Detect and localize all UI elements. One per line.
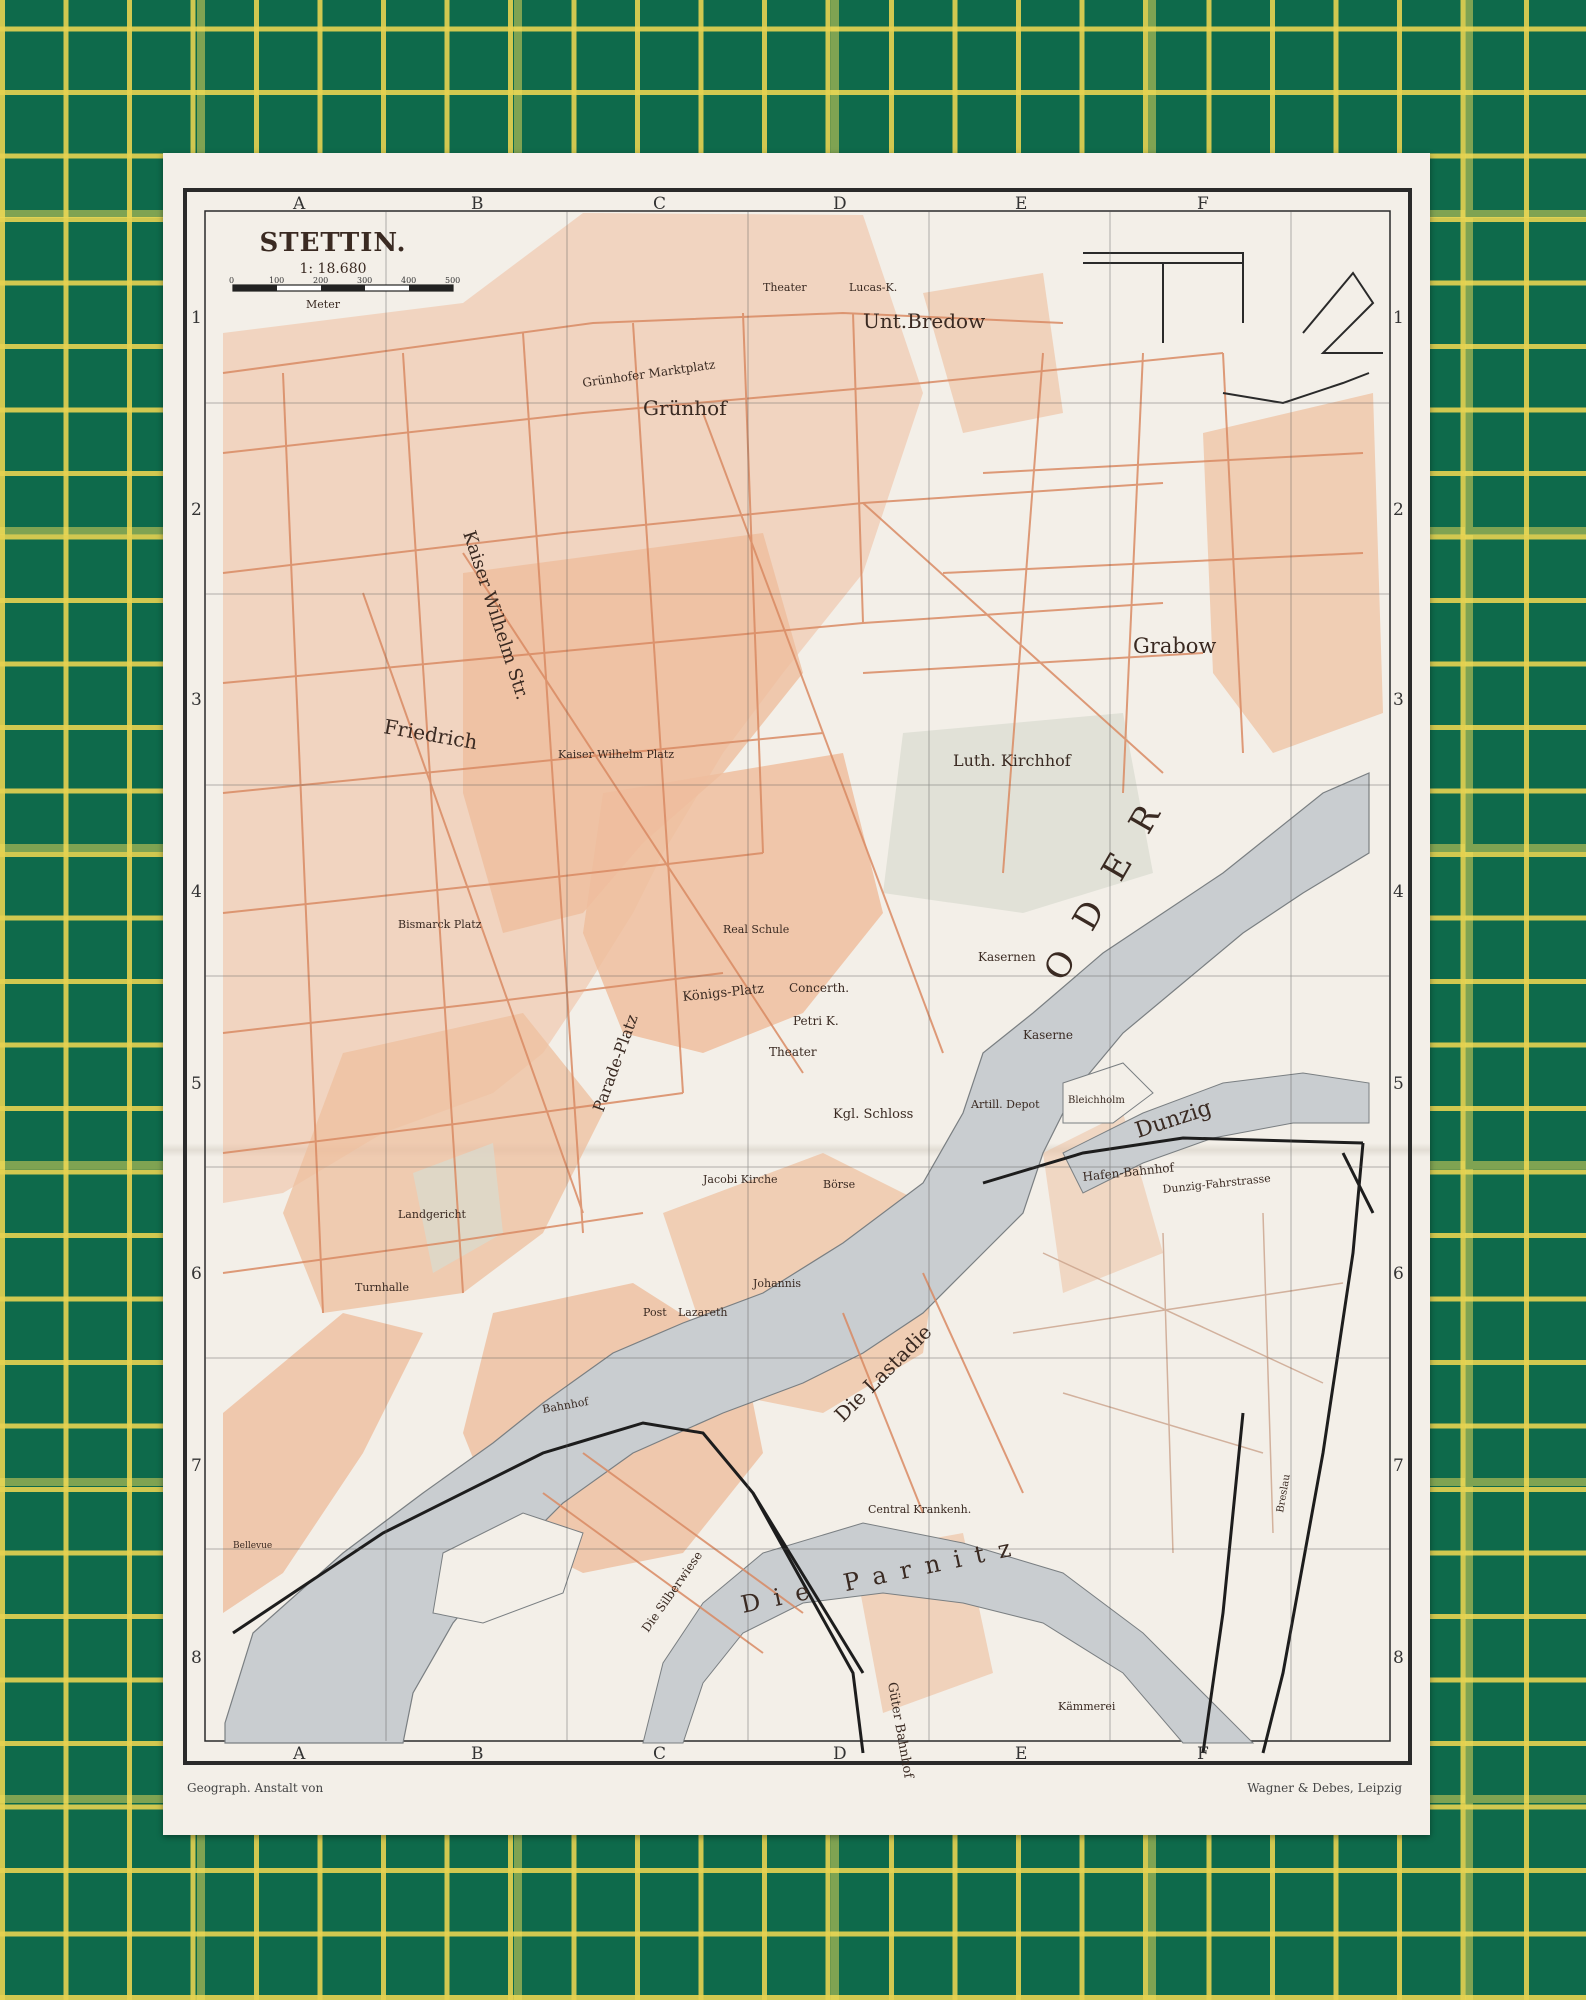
row-label-2-right: 2 — [1393, 500, 1404, 520]
scale-tick-4: 400 — [401, 276, 416, 285]
label-theater: Theater — [769, 1045, 817, 1059]
label-unt-bredow: Unt.Bredow — [863, 309, 985, 333]
col-label-c-top: C — [653, 194, 666, 214]
col-label-d-top: D — [833, 194, 847, 214]
col-label-b-bottom: B — [471, 1744, 484, 1764]
label-bismarck-platz: Bismarck Platz — [398, 918, 482, 931]
label-post: Post — [643, 1306, 667, 1319]
col-label-f-bottom: F — [1197, 1744, 1209, 1764]
row-label-5-right: 5 — [1393, 1074, 1404, 1094]
map-title: STETTIN. — [259, 228, 406, 258]
row-label-8-left: 8 — [191, 1648, 202, 1668]
label-landgericht: Landgericht — [398, 1208, 467, 1221]
label-johannis: Johannis — [752, 1277, 801, 1290]
row-labels-left: 1 2 3 4 5 6 7 8 — [191, 308, 202, 1668]
label-grunhof: Grünhof — [643, 396, 728, 420]
label-kammerei: Kämmerei — [1058, 1700, 1116, 1713]
col-label-c-bottom: C — [653, 1744, 666, 1764]
col-label-e-top: E — [1015, 194, 1027, 214]
col-label-e-bottom: E — [1015, 1744, 1027, 1764]
col-label-b-top: B — [471, 194, 484, 214]
scale-tick-3: 300 — [357, 276, 372, 285]
map-scale-text: 1: 18.680 — [299, 261, 366, 277]
map-sheet: 0 100 200 300 400 500 Meter STETTIN. 1: … — [163, 153, 1430, 1835]
credit-left: Geograph. Anstalt von — [187, 1781, 324, 1795]
label-kaserne: Kaserne — [1023, 1028, 1073, 1042]
label-turnhalle: Turnhalle — [355, 1281, 409, 1294]
row-label-4-left: 4 — [191, 882, 202, 902]
label-kgl-schloss: Kgl. Schloss — [833, 1107, 913, 1122]
scale-ticks: 0 100 200 300 400 500 — [229, 276, 460, 285]
canal — [1083, 252, 1383, 405]
row-label-1-right: 1 — [1393, 308, 1404, 328]
row-labels-right: 1 2 3 4 5 6 7 8 — [1393, 308, 1404, 1668]
label-petri-k: Petri K. — [793, 1014, 839, 1028]
col-label-a-top: A — [292, 194, 306, 214]
label-bellevue: Bellevue — [233, 1541, 272, 1551]
label-jacobi-kirche: Jacobi Kirche — [702, 1173, 778, 1186]
label-kaiser-wilhelm-platz: Kaiser Wilhelm Platz — [558, 748, 674, 761]
row-label-3-right: 3 — [1393, 690, 1404, 710]
label-kasernen: Kasernen — [978, 950, 1036, 964]
label-borse: Börse — [823, 1178, 855, 1191]
row-label-7-left: 7 — [191, 1456, 202, 1476]
scale-tick-1: 100 — [269, 276, 284, 285]
label-theater-top: Theater — [763, 281, 807, 294]
label-lazareth: Lazareth — [678, 1306, 728, 1319]
built-areas — [223, 213, 1383, 1713]
scale-tick-0: 0 — [229, 276, 234, 285]
label-concerth: Concerth. — [789, 981, 849, 995]
row-label-2-left: 2 — [191, 500, 202, 520]
row-label-6-right: 6 — [1393, 1264, 1404, 1284]
scale-unit: Meter — [306, 298, 341, 311]
row-label-4-right: 4 — [1393, 882, 1404, 902]
row-label-8-right: 8 — [1393, 1648, 1404, 1668]
scale-tick-5: 500 — [445, 276, 460, 285]
row-label-5-left: 5 — [191, 1074, 202, 1094]
col-label-a-bottom: A — [292, 1744, 306, 1764]
row-label-3-left: 3 — [191, 690, 202, 710]
label-breslau: Breslau — [1275, 1473, 1293, 1514]
scale-tick-2: 200 — [313, 276, 328, 285]
label-grabow: Grabow — [1133, 634, 1216, 658]
label-artill-depot: Artill. Depot — [970, 1098, 1040, 1111]
label-luth-kirchhof: Luth. Kirchhof — [953, 751, 1072, 770]
col-label-f-top: F — [1197, 194, 1209, 214]
row-label-1-left: 1 — [191, 308, 202, 328]
col-label-d-bottom: D — [833, 1744, 847, 1764]
row-label-6-left: 6 — [191, 1264, 202, 1284]
label-central-krankenh: Central Krankenh. — [868, 1503, 971, 1516]
map-graphic: 0 100 200 300 400 500 Meter STETTIN. 1: … — [183, 188, 1412, 1780]
label-lucas-k: Lucas-K. — [849, 281, 897, 294]
credit-right: Wagner & Debes, Leipzig — [1247, 1781, 1402, 1795]
scale-bar — [232, 284, 454, 292]
label-dunzig-fahrstrasse: Dunzig-Fahrstrasse — [1162, 1172, 1271, 1196]
label-bleichholm: Bleichholm — [1068, 1095, 1125, 1106]
label-real-schule: Real Schule — [723, 923, 789, 936]
row-label-7-right: 7 — [1393, 1456, 1404, 1476]
